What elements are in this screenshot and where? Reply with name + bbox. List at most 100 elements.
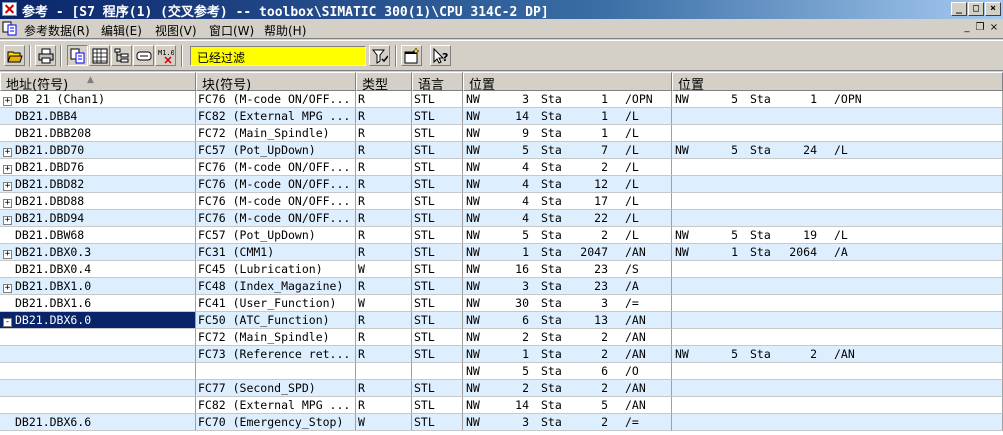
block-cell: FC76 (M-code ON/OFF... <box>196 159 356 176</box>
address-cell[interactable]: + DB21.DBD94 <box>0 210 196 227</box>
menu-help[interactable]: 帮助(H) <box>264 22 306 39</box>
column-header-location-2[interactable]: 位置 <box>672 72 1003 93</box>
address-cell[interactable] <box>0 329 196 346</box>
expand-icon[interactable]: + <box>3 97 12 106</box>
menu-view[interactable]: 视图(V) <box>155 22 197 39</box>
table-row[interactable]: + DB 21 (Chan1) FC76 (M-code ON/OFF... R STL… <box>0 91 1003 108</box>
table-row[interactable]: DB21.DBX1.6 FC41 (User_Function) W STL NW 30 S… <box>0 295 1003 312</box>
address-cell[interactable]: + DB21.DBD88 <box>0 193 196 210</box>
column-header-location-1[interactable]: 位置 <box>463 72 672 93</box>
address-cell[interactable]: + DB21.DBD82 <box>0 176 196 193</box>
new-window-button[interactable] <box>401 45 422 66</box>
address-label: DB21.DBD70 <box>15 143 85 157</box>
column-header-block[interactable]: 块(符号) <box>196 72 356 93</box>
network-label: NW <box>675 92 689 106</box>
mdi-close-button[interactable]: × <box>988 23 1000 34</box>
expand-icon[interactable]: + <box>3 199 12 208</box>
network-label: NW <box>466 245 480 259</box>
network-label: NW <box>466 415 480 429</box>
address-cell[interactable]: DB21.DBB208 <box>0 125 196 142</box>
address-cell[interactable]: + DB21.DBD70 <box>0 142 196 159</box>
column-header-type[interactable]: 类型 <box>356 72 412 93</box>
access-type: /L <box>625 109 639 123</box>
language-cell: STL <box>412 193 463 210</box>
table-row[interactable]: + DB21.DBD82 FC76 (M-code ON/OFF... R STL NW 4… <box>0 176 1003 193</box>
filter-field[interactable]: 已经过滤 <box>190 46 366 66</box>
close-button[interactable]: × <box>985 2 1001 16</box>
expand-icon[interactable]: + <box>3 148 12 157</box>
address-cell[interactable]: + DB21.DBX1.0 <box>0 278 196 295</box>
mdi-restore-button[interactable]: ❐ <box>974 23 986 34</box>
menu-reference-data[interactable]: 参考数据(R) <box>24 22 90 39</box>
statement-label: Sta <box>541 211 562 225</box>
help-icon: ? <box>433 48 448 64</box>
address-without-symbol-button[interactable]: M1.0 <box>155 45 176 66</box>
table-row[interactable]: FC77 (Second_SPD) R STL NW 2 Sta 2/AN <box>0 380 1003 397</box>
table-row[interactable]: + DB21.DBX1.0 FC48 (Index_Magazine) R STL NW 3… <box>0 278 1003 295</box>
location-cell-1: NW 4 Sta 22/L <box>463 210 672 227</box>
expand-icon[interactable]: + <box>3 284 12 293</box>
statement-label: Sta <box>750 347 771 361</box>
address-cell[interactable]: + DB21.DBX0.3 <box>0 244 196 261</box>
open-button[interactable] <box>4 45 25 66</box>
cross-reference-icon <box>70 48 85 64</box>
table-row[interactable]: + DB21.DBD70 FC57 (Pot_UpDown) R STL NW 5 Sta 7/… <box>0 142 1003 159</box>
table-row[interactable]: NW 5 Sta 6/O <box>0 363 1003 380</box>
language-cell: STL <box>412 261 463 278</box>
location-cell-2 <box>672 278 1003 295</box>
access-type: /= <box>625 415 639 429</box>
column-header-address[interactable]: 地址(符号) ▲ <box>0 72 196 93</box>
expand-icon[interactable]: + <box>3 165 12 174</box>
table-row[interactable]: DB21.DBX6.6 FC70 (Emergency_Stop) W STL NW 3 S… <box>0 414 1003 431</box>
menu-edit[interactable]: 编辑(E) <box>101 22 142 39</box>
table-row[interactable]: + DB21.DBD88 FC76 (M-code ON/OFF... R STL NW 4… <box>0 193 1003 210</box>
table-row[interactable]: DB21.DBB208 FC72 (Main_Spindle) R STL NW 9 Sta… <box>0 125 1003 142</box>
address-cell[interactable]: - DB21.DBX6.0 <box>0 312 196 329</box>
unused-symbols-button[interactable] <box>133 45 154 66</box>
address-cell[interactable]: DB21.DBX6.6 <box>0 414 196 431</box>
address-cell[interactable]: + DB21.DBD76 <box>0 159 196 176</box>
expand-icon[interactable]: + <box>3 216 12 225</box>
menu-window[interactable]: 窗口(W) <box>209 22 254 39</box>
expand-icon[interactable]: + <box>3 182 12 191</box>
filter-button[interactable] <box>369 45 390 66</box>
address-cell[interactable] <box>0 397 196 414</box>
program-structure-button[interactable] <box>111 45 132 66</box>
maximize-button[interactable]: □ <box>968 2 984 16</box>
column-header-language[interactable]: 语言 <box>412 72 463 93</box>
address-cell[interactable] <box>0 346 196 363</box>
print-icon <box>38 48 54 64</box>
address-cell[interactable]: + DB 21 (Chan1) <box>0 91 196 108</box>
address-without-symbol-icon: M1.0 <box>158 49 174 64</box>
language-cell: STL <box>412 176 463 193</box>
table-row[interactable]: FC72 (Main_Spindle) R STL NW 2 Sta 2/AN <box>0 329 1003 346</box>
access-type: /A <box>625 279 639 293</box>
address-cell[interactable]: DB21.DBB4 <box>0 108 196 125</box>
table-row[interactable]: DB21.DBB4 FC82 (External MPG ... R STL NW 14 S… <box>0 108 1003 125</box>
table-row[interactable]: FC82 (External MPG ... R STL NW 14 Sta 5/AN <box>0 397 1003 414</box>
collapse-icon[interactable]: - <box>3 318 12 327</box>
cross-reference-button[interactable] <box>67 45 88 66</box>
address-cell[interactable] <box>0 363 196 380</box>
print-button[interactable] <box>35 45 56 66</box>
network-number: 5 <box>522 228 529 242</box>
table-row[interactable]: - DB21.DBX6.0 FC50 (ATC_Function) R STL NW 6 St… <box>0 312 1003 329</box>
table-row[interactable]: DB21.DBX0.4 FC45 (Lubrication) W STL NW 16 Sta… <box>0 261 1003 278</box>
network-label: NW <box>466 143 480 157</box>
address-cell[interactable] <box>0 380 196 397</box>
minimize-button[interactable]: _ <box>951 2 967 16</box>
mdi-minimize-button[interactable]: _ <box>961 23 973 34</box>
table-row[interactable]: + DB21.DBD94 FC76 (M-code ON/OFF... R STL NW 4… <box>0 210 1003 227</box>
location-cell-1: NW 3 Sta 1/OPN <box>463 91 672 108</box>
address-cell[interactable]: DB21.DBX1.6 <box>0 295 196 312</box>
address-cell[interactable]: DB21.DBW68 <box>0 227 196 244</box>
table-row[interactable]: + DB21.DBD76 FC76 (M-code ON/OFF... R STL NW 4… <box>0 159 1003 176</box>
table-row[interactable]: + DB21.DBX0.3 FC31 (CMM1) R STL NW 1 Sta 2047/AN… <box>0 244 1003 261</box>
table-row[interactable]: DB21.DBW68 FC57 (Pot_UpDown) R STL NW 5 Sta 2/L… <box>0 227 1003 244</box>
help-button[interactable]: ? <box>430 45 451 66</box>
table-row[interactable]: FC73 (Reference ret... R STL NW 1 Sta 2/AN NW 5 S… <box>0 346 1003 363</box>
app-icon <box>2 2 17 16</box>
expand-icon[interactable]: + <box>3 250 12 259</box>
address-cell[interactable]: DB21.DBX0.4 <box>0 261 196 278</box>
assignment-button[interactable] <box>89 45 110 66</box>
